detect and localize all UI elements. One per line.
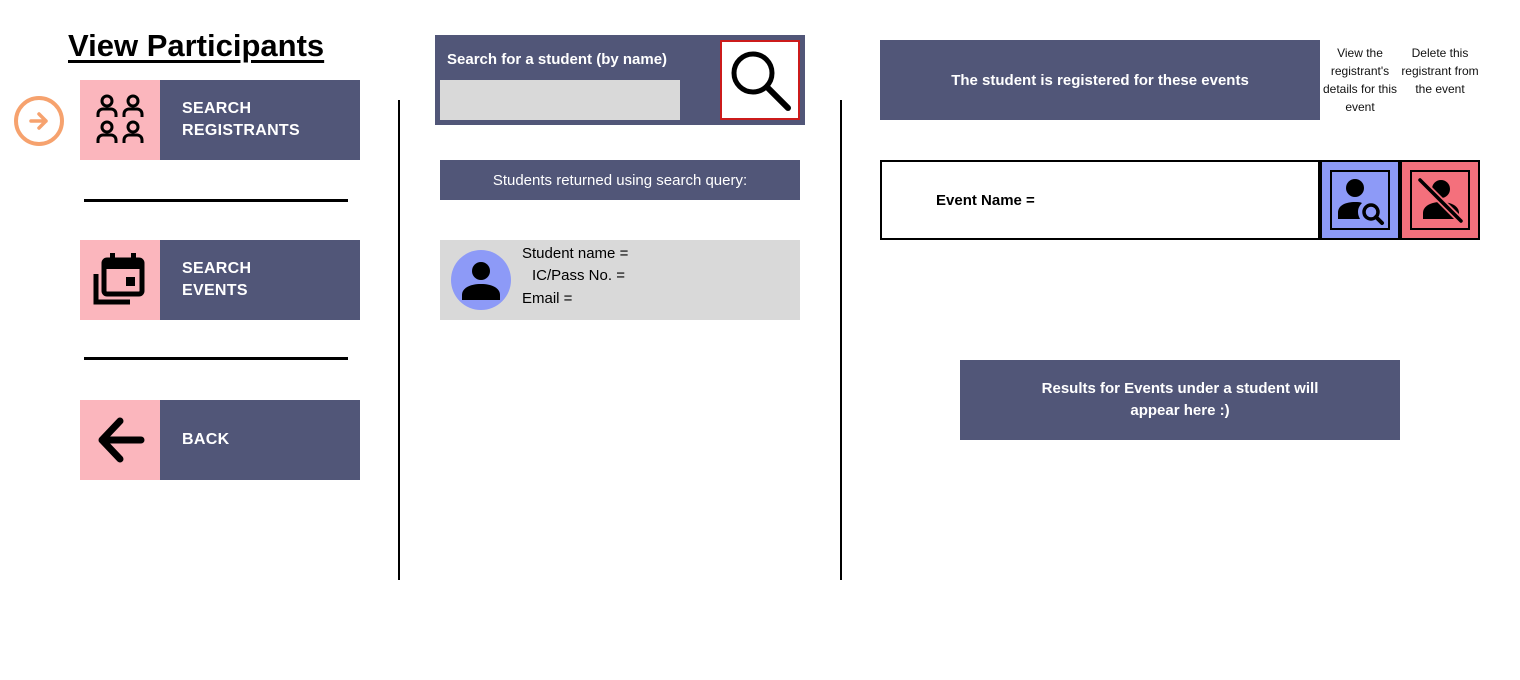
- nav-back-label: BACK: [182, 431, 230, 448]
- arrow-left-icon: [98, 417, 145, 463]
- column-divider: [840, 100, 842, 580]
- person-icon: [462, 262, 500, 300]
- nav-divider: [84, 357, 348, 360]
- nav-divider: [84, 199, 348, 202]
- person-off-icon: [1417, 177, 1464, 224]
- group-icon: [96, 94, 144, 143]
- delete-column-help: Delete this registrant from the event: [1401, 46, 1479, 96]
- events-header: The student is registered for these even…: [880, 40, 1320, 120]
- student-result-card[interactable]: Student name = IC/Pass No. = Email =: [440, 240, 800, 320]
- current-page-marker: [14, 96, 64, 146]
- events-empty-text: Results for Events under a student will …: [1041, 380, 1319, 419]
- person-search-icon: [1338, 179, 1384, 225]
- event-row: Event Name =: [880, 160, 1320, 240]
- event-name-label: Event Name =: [936, 192, 1035, 209]
- avatar: [451, 250, 511, 310]
- arrow-right-circle-icon: [29, 112, 48, 130]
- view-registrant-button[interactable]: [1320, 160, 1400, 240]
- page-title: View Participants: [68, 28, 325, 63]
- student-name-label: Student name =: [522, 245, 629, 262]
- search-button[interactable]: [720, 40, 800, 120]
- view-column-help: View the registrant's details for this e…: [1322, 46, 1398, 114]
- nav-back-button[interactable]: BACK: [80, 400, 360, 480]
- nav-search-events-line2: EVENTS: [182, 282, 248, 299]
- search-label: Search for a student (by name): [447, 51, 668, 68]
- nav-search-registrants-button[interactable]: SEARCH REGISTRANTS: [80, 80, 360, 160]
- student-ic-label: IC/Pass No. =: [532, 267, 625, 284]
- search-icon: [731, 51, 791, 111]
- student-search-panel: Search for a student (by name): [435, 35, 805, 125]
- nav-search-events-button[interactable]: SEARCH EVENTS: [80, 240, 360, 320]
- events-empty-message: Results for Events under a student will …: [960, 360, 1400, 440]
- student-search-input[interactable]: [440, 80, 680, 120]
- column-divider: [398, 100, 400, 580]
- nav-search-registrants-line1: SEARCH: [182, 100, 252, 117]
- nav-search-registrants-line2: REGISTRANTS: [182, 122, 300, 139]
- nav-search-events-line1: SEARCH: [182, 260, 252, 277]
- delete-registrant-button[interactable]: [1400, 160, 1480, 240]
- student-email-label: Email =: [522, 290, 573, 307]
- results-header: Students returned using search query:: [440, 160, 800, 200]
- calendar-events-icon: [93, 253, 145, 305]
